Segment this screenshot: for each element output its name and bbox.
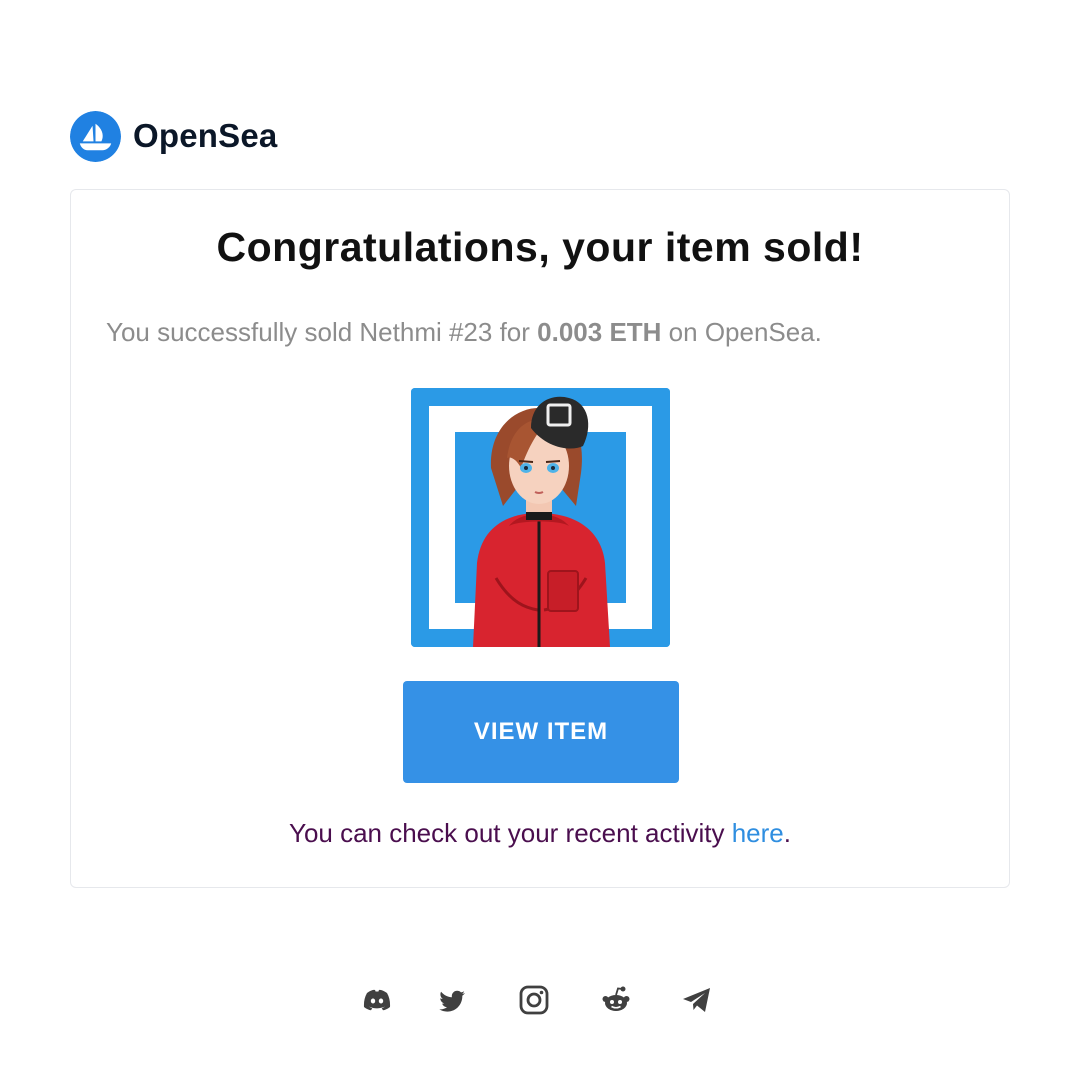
activity-line: You can check out your recent activity h… — [0, 818, 1080, 849]
sale-summary: You successfully sold Nethmi #23 for 0.0… — [106, 317, 1006, 348]
brand-header[interactable]: OpenSea — [70, 110, 277, 162]
discord-icon[interactable] — [360, 983, 394, 1017]
summary-suffix: on OpenSea. — [661, 317, 822, 347]
instagram-icon[interactable] — [517, 983, 551, 1017]
activity-end: . — [783, 818, 791, 848]
brand-name: OpenSea — [133, 117, 278, 154]
opensea-logo-icon — [70, 110, 121, 162]
activity-text: You can check out your recent activity — [288, 818, 732, 848]
nft-artwork-image[interactable] — [411, 388, 670, 647]
view-item-button[interactable]: VIEW ITEM — [403, 681, 679, 783]
telegram-icon[interactable] — [680, 983, 714, 1017]
social-links — [0, 983, 1080, 1019]
reddit-icon[interactable] — [599, 983, 633, 1017]
activity-link[interactable]: here — [732, 818, 784, 848]
sale-price: 0.003 ETH — [537, 317, 662, 347]
twitter-icon[interactable] — [436, 983, 470, 1017]
summary-prefix: You successfully sold Nethmi #23 for — [106, 317, 538, 347]
page-title: Congratulations, your item sold! — [216, 224, 864, 270]
